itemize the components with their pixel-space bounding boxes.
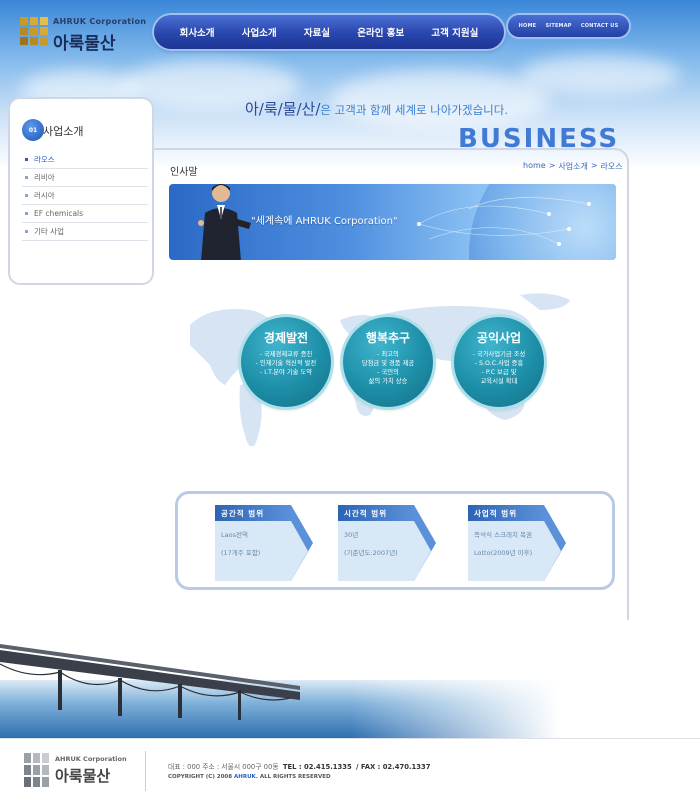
circle-line: - 국민의 bbox=[377, 369, 399, 376]
scope-space: 공간적 범위 Laos전역 (17개주 포함) bbox=[215, 505, 313, 581]
footer-logo-english: AHRUK Corporation bbox=[55, 755, 127, 763]
nav-item-business[interactable]: 사업소개 bbox=[242, 25, 277, 39]
sidebar: 01 사업소개 라오스 리비아 러시아 EF chemicals 기타 사업 bbox=[8, 97, 154, 285]
logo[interactable]: AHRUK Corporation 아룩물산 bbox=[20, 15, 146, 55]
circle-line: - 국제경제교류 증진 bbox=[259, 351, 313, 358]
utility-nav: HOME SITEMAP CONTACT US bbox=[508, 15, 629, 37]
circle-title: 행복추구 bbox=[365, 331, 411, 345]
scope-heading: 시간적 범위 bbox=[338, 505, 414, 521]
slogan-text: 은 고객과 함께 세계로 나아가겠습니다. bbox=[320, 103, 508, 117]
footer-info: 대표 : 000 주소 : 서울시 000구 00동 TEL : 02.415.… bbox=[168, 761, 430, 771]
scope-line: 30년 bbox=[344, 531, 359, 539]
util-home-link[interactable]: HOME bbox=[519, 23, 537, 29]
scope-line: (17개주 포함) bbox=[221, 549, 261, 557]
circle-line: 교육시설 확대 bbox=[480, 378, 518, 385]
nav-item-promotion[interactable]: 온라인 홍보 bbox=[357, 25, 404, 39]
sidebar-item-ef-chemicals[interactable]: EF chemicals bbox=[22, 205, 148, 223]
circle-line: - 인재기술 혁신적 발전 bbox=[255, 360, 317, 367]
main-nav: 회사소개 사업소개 자료실 온라인 홍보 고객 지원실 bbox=[154, 15, 504, 49]
logo-korean: 아룩물산 bbox=[53, 34, 116, 54]
hero-banner: "세계속에 AHRUK Corporation" bbox=[169, 184, 616, 260]
sidebar-list: 라오스 리비아 러시아 EF chemicals 기타 사업 bbox=[22, 151, 148, 241]
footer-logo-mark-icon bbox=[24, 753, 50, 787]
bridge-image bbox=[0, 620, 700, 738]
scope-line: Lotto(2009년 이후) bbox=[474, 549, 533, 557]
scope-heading: 공간적 범위 bbox=[215, 505, 291, 521]
logo-mark-icon bbox=[20, 17, 48, 49]
footer-copyright: COPYRIGHT (C) 2008 AHRUK. ALL RIGHTS RES… bbox=[168, 774, 331, 780]
page-title: 인사말 bbox=[170, 167, 198, 178]
sidebar-item-libya[interactable]: 리비아 bbox=[22, 169, 148, 187]
scope-heading: 사업적 범위 bbox=[468, 505, 544, 521]
circle-line: - S.O.C.사업 증흥 bbox=[474, 360, 524, 367]
copyright-rights: ALL RIGHTS RESERVED bbox=[259, 774, 331, 780]
logo-english: AHRUK Corporation bbox=[53, 17, 147, 26]
scope-business: 사업적 범위 즉석식 스크래치 복권 Lotto(2009년 이후) bbox=[468, 505, 566, 581]
footer-logo-korean: 아룩물산 bbox=[55, 767, 111, 785]
footer-tel: TEL : 02.415.1335 bbox=[282, 763, 352, 771]
scope-line: Laos전역 bbox=[221, 531, 248, 539]
breadcrumb-business[interactable]: 사업소개 bbox=[558, 161, 587, 172]
breadcrumb: home > 사업소개 > 라오스 bbox=[523, 161, 623, 172]
banner-text: "세계속에 AHRUK Corporation" bbox=[251, 216, 398, 227]
circle-line: - I.T.분야 기술 도약 bbox=[260, 369, 312, 376]
breadcrumb-separator: > bbox=[548, 161, 556, 170]
footer-logo: AHRUK Corporation 아룩물산 bbox=[24, 753, 134, 793]
circle-line: - 최고의 bbox=[377, 351, 399, 358]
circle-title: 공익사업 bbox=[476, 331, 522, 345]
scope-line: 즉석식 스크래치 복권 bbox=[474, 531, 532, 539]
nav-item-archive[interactable]: 자료실 bbox=[304, 25, 330, 39]
circle-line: 당첨금 및 경품 제공 bbox=[361, 360, 415, 367]
copyright-brand: AHRUK. bbox=[234, 774, 258, 780]
scope-time: 시간적 범위 30년 (기준년도:2007년) bbox=[338, 505, 436, 581]
footer-fax: / FAX : 02.470.1337 bbox=[356, 763, 431, 771]
sidebar-item-laos[interactable]: 라오스 bbox=[22, 151, 148, 169]
sidebar-badge: 01 bbox=[22, 119, 44, 141]
circle-happiness: 행복추구 - 최고의 당첨금 및 경품 제공 - 국민의 삶의 가치 상승 bbox=[343, 317, 433, 407]
breadcrumb-home[interactable]: home bbox=[523, 161, 546, 172]
circle-line: - P.C 보급 및 bbox=[481, 369, 517, 376]
sidebar-item-other[interactable]: 기타 사업 bbox=[22, 223, 148, 241]
circle-line: - 국가사업기금 조성 bbox=[472, 351, 526, 358]
breadcrumb-separator: > bbox=[590, 161, 598, 170]
circle-public: 공익사업 - 국가사업기금 조성 - S.O.C.사업 증흥 - P.C 보급 … bbox=[454, 317, 544, 407]
nav-item-company[interactable]: 회사소개 bbox=[180, 25, 215, 39]
copyright-text: COPYRIGHT (C) 2008 bbox=[168, 774, 233, 780]
slogan: 아/룩/물/산/은 고객과 함께 세계로 나아가겠습니다. bbox=[245, 98, 508, 119]
sidebar-title: 사업소개 bbox=[43, 125, 84, 138]
scope-line: (기준년도:2007년) bbox=[344, 549, 398, 557]
circle-economy: 경제발전 - 국제경제교류 증진 - 인재기술 혁신적 발전 - I.T.분야 … bbox=[241, 317, 331, 407]
util-contact-link[interactable]: CONTACT US bbox=[581, 23, 618, 29]
businessman-image bbox=[198, 184, 251, 260]
circle-line: 삶의 가치 상승 bbox=[368, 378, 408, 385]
footer: AHRUK Corporation 아룩물산 대표 : 000 주소 : 서울시… bbox=[0, 738, 700, 804]
util-sitemap-link[interactable]: SITEMAP bbox=[545, 23, 571, 29]
circle-title: 경제발전 bbox=[263, 331, 309, 345]
sidebar-item-russia[interactable]: 러시아 bbox=[22, 187, 148, 205]
slogan-brand: 아/룩/물/산/ bbox=[245, 100, 321, 118]
footer-divider bbox=[145, 751, 146, 791]
footer-address: 대표 : 000 주소 : 서울시 000구 00동 bbox=[168, 763, 279, 771]
nav-item-support[interactable]: 고객 지원실 bbox=[431, 25, 478, 39]
breadcrumb-current: 라오스 bbox=[600, 162, 623, 171]
